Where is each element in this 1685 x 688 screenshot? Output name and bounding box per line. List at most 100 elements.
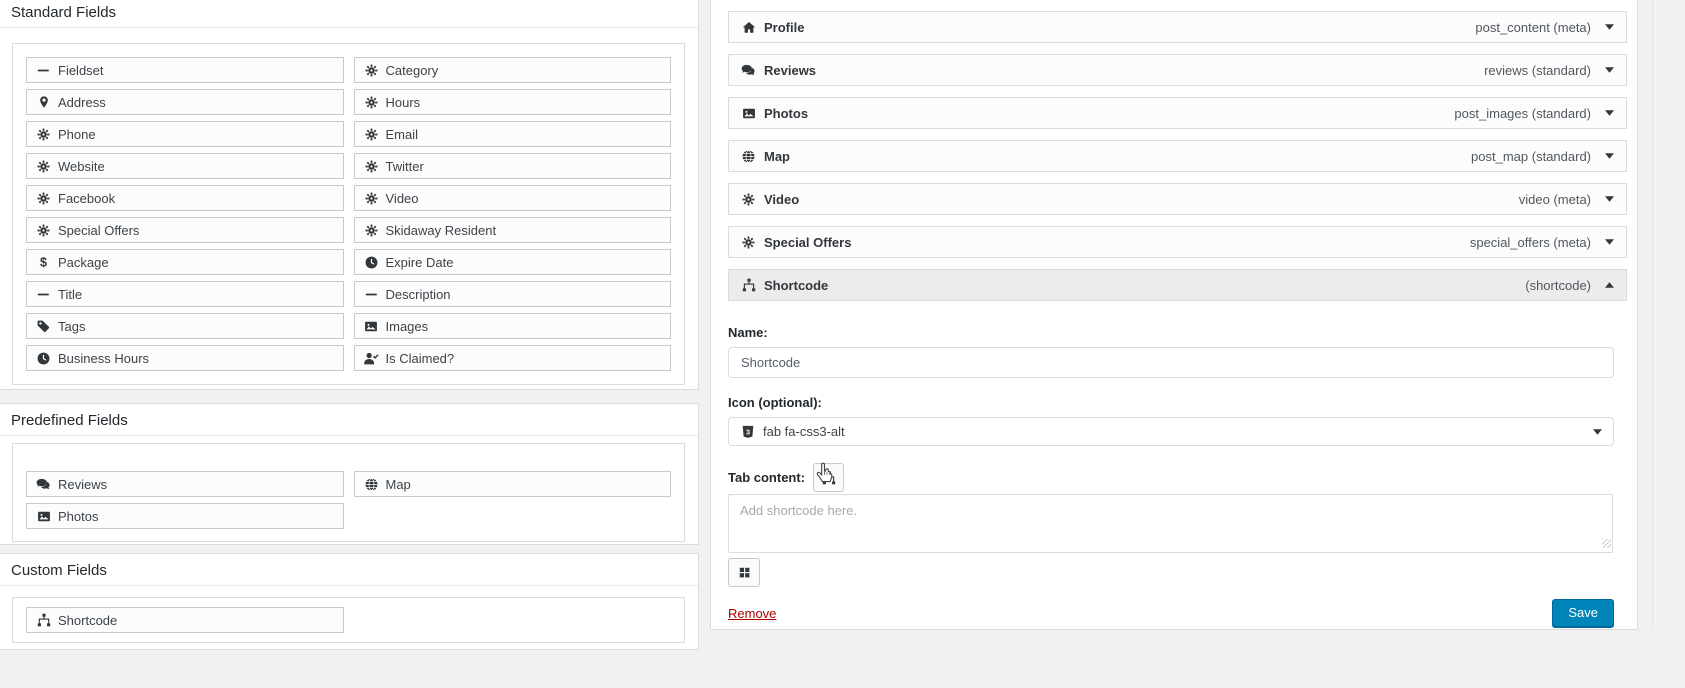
accordion-row-map[interactable]: Map post_map (standard) — [728, 140, 1627, 172]
image-icon — [364, 320, 379, 333]
field-button-skidaway-resident[interactable]: Skidaway Resident — [353, 217, 671, 243]
tabs-builder-panel: Profile post_content (meta) Reviews revi… — [710, 0, 1638, 630]
minus-icon — [36, 64, 51, 77]
map-marker-icon — [36, 95, 51, 109]
accordion-row-title: Shortcode — [764, 277, 829, 293]
field-button-facebook[interactable]: Facebook — [26, 185, 344, 211]
shortcode-icon — [741, 278, 756, 292]
caret-down-icon — [1605, 153, 1614, 159]
standard-fields-panel: Standard Fields Fieldset Category Addres… — [0, 0, 699, 390]
field-button-description[interactable]: Description — [353, 281, 671, 307]
user-check-icon — [363, 352, 379, 365]
field-button-hours[interactable]: Hours — [353, 89, 671, 115]
icon-label: Icon (optional): — [728, 395, 822, 410]
field-button-shortcode[interactable]: Shortcode — [26, 607, 344, 633]
cog-icon — [36, 159, 51, 173]
custom-fields-list: Shortcode — [12, 597, 685, 643]
predefined-fields-list: Reviews Map Photos — [12, 443, 685, 542]
caret-down-icon — [1605, 239, 1614, 245]
accordion-rows: Profile post_content (meta) Reviews revi… — [728, 11, 1627, 258]
field-button-map[interactable]: Map — [353, 471, 671, 497]
globe-icon — [741, 149, 756, 163]
column-divider — [1652, 0, 1653, 630]
custom-fields-heading: Custom Fields — [0, 554, 698, 586]
minus-icon — [36, 288, 51, 301]
image-icon — [741, 107, 756, 120]
field-button-special-offers[interactable]: Special Offers — [26, 217, 344, 243]
accordion-row-special-offers[interactable]: Special Offers special_offers (meta) — [728, 226, 1627, 258]
grid-icon — [737, 566, 752, 579]
shortcode-editor: Name: Icon (optional): 3 fab fa-css3-alt… — [728, 325, 1614, 627]
accordion-row-reviews[interactable]: Reviews reviews (standard) — [728, 54, 1627, 86]
cog-icon — [741, 192, 756, 206]
field-button-category[interactable]: Category — [353, 57, 671, 83]
caret-down-icon — [1605, 24, 1614, 30]
cog-icon — [741, 235, 756, 249]
field-button-images[interactable]: Images — [353, 313, 671, 339]
field-button-is-claimed[interactable]: Is Claimed? — [353, 345, 671, 371]
minus-icon — [364, 288, 379, 301]
field-button-business-hours[interactable]: Business Hours — [26, 345, 344, 371]
field-button-package[interactable]: $ Package — [26, 249, 344, 275]
field-button-twitter[interactable]: Twitter — [353, 153, 671, 179]
field-button-email[interactable]: Email — [353, 121, 671, 147]
grid-button[interactable] — [728, 558, 760, 587]
cog-icon — [364, 127, 379, 141]
comments-icon — [36, 478, 51, 491]
save-button[interactable]: Save — [1552, 599, 1614, 627]
clock-icon — [36, 352, 51, 365]
field-button-website[interactable]: Website — [26, 153, 344, 179]
field-button-video[interactable]: Video — [353, 185, 671, 211]
icon-select[interactable]: 3 fab fa-css3-alt — [728, 417, 1614, 446]
caret-down-icon — [1605, 67, 1614, 73]
globe-icon — [364, 477, 379, 491]
field-button-fieldset[interactable]: Fieldset — [26, 57, 344, 83]
accordion-row-shortcode[interactable]: Shortcode (shortcode) — [728, 269, 1627, 301]
name-input[interactable] — [728, 347, 1614, 378]
custom-fields-panel: Custom Fields Shortcode — [0, 553, 699, 650]
tab-content-label: Tab content: — [728, 470, 806, 485]
tab-content-textarea[interactable] — [728, 494, 1613, 553]
svg-text:$: $ — [40, 256, 47, 270]
field-button-title[interactable]: Title — [26, 281, 344, 307]
remove-link[interactable]: Remove — [728, 606, 776, 621]
caret-up-icon — [1605, 282, 1614, 288]
insert-shortcode-button[interactable] — [813, 463, 845, 492]
field-button-expire-date[interactable]: Expire Date — [353, 249, 671, 275]
field-button-address[interactable]: Address — [26, 89, 344, 115]
cog-icon — [364, 159, 379, 173]
cog-icon — [364, 223, 379, 237]
home-icon — [741, 21, 756, 34]
cog-icon — [36, 223, 51, 237]
accordion-row-meta: (shortcode) — [1525, 277, 1591, 293]
dollar-icon: $ — [36, 255, 51, 270]
standard-fields-heading: Standard Fields — [0, 0, 698, 28]
textarea-resize-handle[interactable] — [1602, 539, 1611, 548]
caret-down-icon — [1593, 428, 1602, 435]
shortcode-icon — [821, 471, 836, 485]
predefined-fields-panel: Predefined Fields Reviews Map Photos — [0, 403, 699, 545]
predefined-fields-heading: Predefined Fields — [0, 404, 698, 436]
icon-select-value: fab fa-css3-alt — [763, 424, 845, 439]
image-icon — [36, 510, 51, 523]
svg-text:3: 3 — [745, 427, 749, 436]
field-button-tags[interactable]: Tags — [26, 313, 344, 339]
cog-icon — [364, 191, 379, 205]
comments-icon — [741, 64, 756, 77]
standard-fields-list: Fieldset Category Address Hours Phone Em… — [12, 43, 685, 385]
cog-icon — [36, 191, 51, 205]
accordion-row-video[interactable]: Video video (meta) — [728, 183, 1627, 215]
caret-down-icon — [1605, 110, 1614, 116]
name-label: Name: — [728, 325, 768, 340]
field-button-reviews[interactable]: Reviews — [26, 471, 344, 497]
clock-icon — [364, 256, 379, 269]
field-button-photos[interactable]: Photos — [26, 503, 344, 529]
cog-icon — [36, 127, 51, 141]
shortcode-icon — [36, 613, 51, 627]
css3-icon: 3 — [740, 425, 755, 439]
accordion-row-photos[interactable]: Photos post_images (standard) — [728, 97, 1627, 129]
accordion-row-profile[interactable]: Profile post_content (meta) — [728, 11, 1627, 43]
field-button-phone[interactable]: Phone — [26, 121, 344, 147]
cog-icon — [364, 95, 379, 109]
cog-icon — [364, 63, 379, 77]
